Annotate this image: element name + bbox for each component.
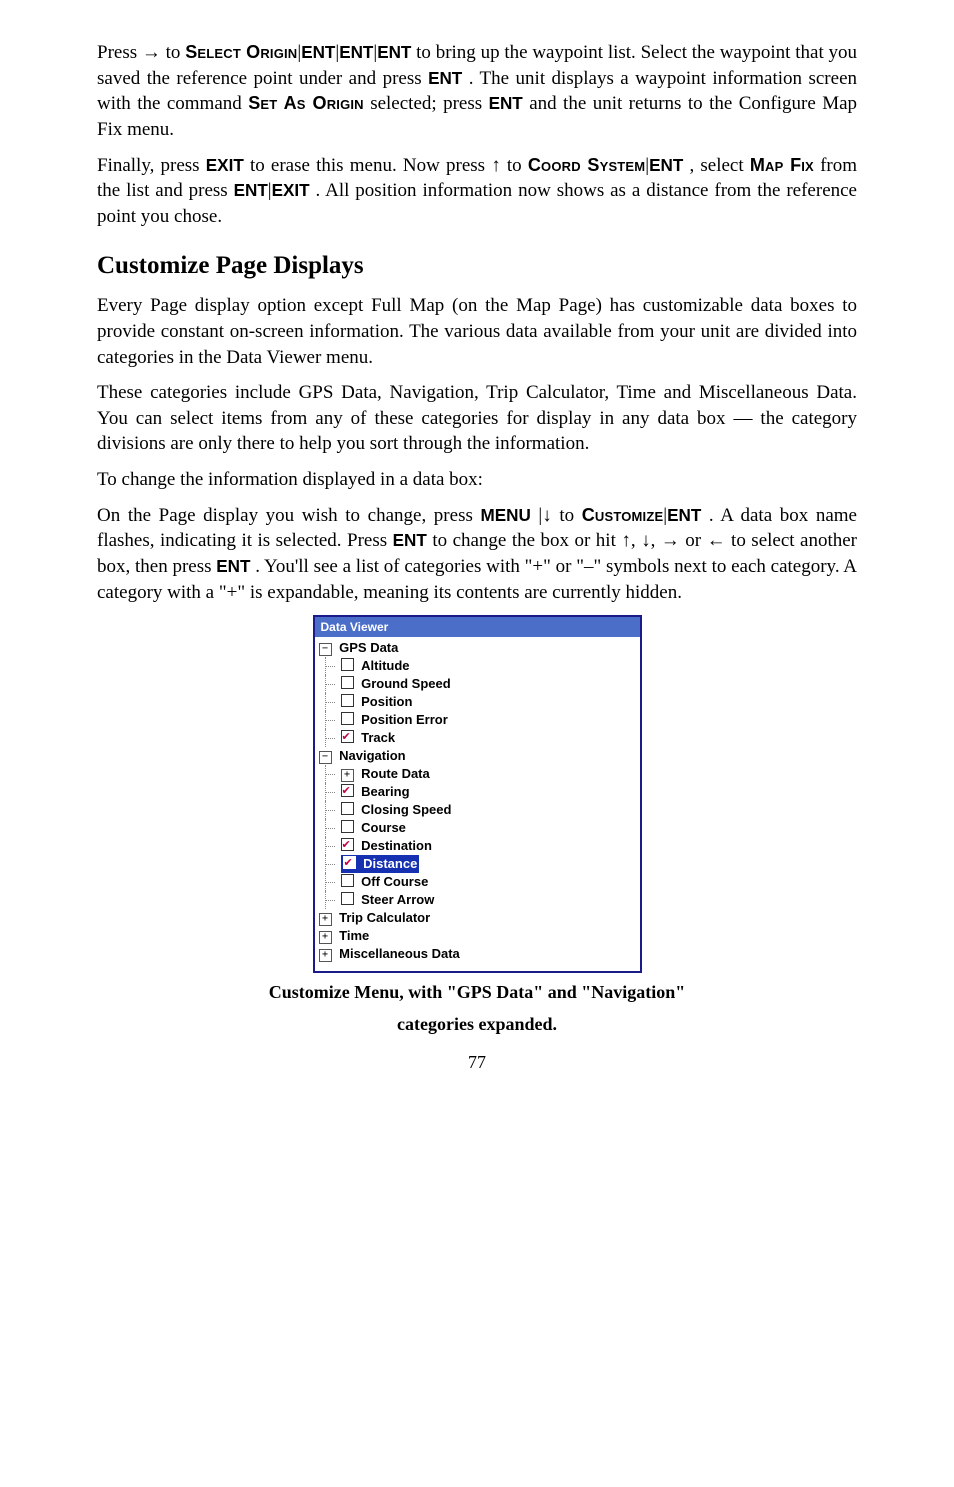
checkbox-icon[interactable] xyxy=(341,658,354,671)
key-select-origin: Select Origin xyxy=(185,42,297,62)
tree-node-distance[interactable]: Distance xyxy=(315,855,640,873)
p6-text-a: On the Page display you wish to change, … xyxy=(97,505,480,526)
tree-node-time[interactable]: + Time xyxy=(315,927,640,945)
paragraph-2: Finally, press EXIT to erase this menu. … xyxy=(97,153,857,230)
key-ent-1: ENT xyxy=(301,43,335,62)
tree-node-track[interactable]: Track xyxy=(315,729,640,747)
key-ent-8: ENT xyxy=(667,506,701,525)
data-viewer-tree: − GPS Data Altitude Ground Speed Positio… xyxy=(315,637,640,971)
plus-icon[interactable]: + xyxy=(319,931,332,944)
tree-node-steer-arrow[interactable]: Steer Arrow xyxy=(315,891,640,909)
key-coord-system: Coord System xyxy=(528,155,645,175)
p6-text-b: |↓ to xyxy=(538,505,581,526)
key-map-fix: Map Fix xyxy=(750,155,814,175)
minus-icon[interactable]: − xyxy=(319,751,332,764)
checkbox-icon[interactable] xyxy=(341,712,354,725)
minus-icon[interactable]: − xyxy=(319,643,332,656)
checkbox-icon[interactable] xyxy=(341,892,354,905)
key-ent-6: ENT xyxy=(649,156,683,175)
tree-label: Closing Speed xyxy=(361,802,451,817)
tree-node-miscellaneous-data[interactable]: + Miscellaneous Data xyxy=(315,945,640,963)
paragraph-3: Every Page display option except Full Ma… xyxy=(97,293,857,370)
tree-node-bearing[interactable]: Bearing xyxy=(315,783,640,801)
paragraph-4: These categories include GPS Data, Navig… xyxy=(97,380,857,457)
key-ent-10: ENT xyxy=(216,557,250,576)
checkbox-icon[interactable] xyxy=(341,874,354,887)
plus-icon[interactable]: + xyxy=(341,769,354,782)
plus-icon[interactable]: + xyxy=(319,913,332,926)
key-ent-3: ENT xyxy=(377,43,411,62)
p1-text-a: Press → to xyxy=(97,42,185,63)
key-ent-2: ENT xyxy=(339,43,373,62)
data-viewer-title: Data Viewer xyxy=(315,617,640,637)
p2-text-a: Finally, press xyxy=(97,155,206,176)
tree-label: GPS Data xyxy=(339,640,398,655)
tree-label: Navigation xyxy=(339,748,405,763)
paragraph-1: Press → to Select Origin|ENT|ENT|ENT to … xyxy=(97,40,857,143)
paragraph-5: To change the information displayed in a… xyxy=(97,467,857,493)
tree-label: Off Course xyxy=(361,874,428,889)
p2-text-d: , select xyxy=(689,155,749,176)
tree-label: Time xyxy=(339,928,369,943)
key-ent-9: ENT xyxy=(393,531,427,550)
tree-label: Position xyxy=(361,694,412,709)
key-menu: MENU xyxy=(480,506,530,525)
key-ent-5: ENT xyxy=(489,94,523,113)
key-customize: Customize xyxy=(582,505,664,525)
checkbox-icon[interactable] xyxy=(341,820,354,833)
tree-node-course[interactable]: Course xyxy=(315,819,640,837)
checkbox-icon[interactable] xyxy=(341,676,354,689)
tree-label: Track xyxy=(361,730,395,745)
tree-node-position[interactable]: Position xyxy=(315,693,640,711)
key-set-as-origin: Set As Origin xyxy=(248,93,364,113)
tree-label: Steer Arrow xyxy=(361,892,434,907)
checkbox-checked-icon[interactable] xyxy=(341,730,354,743)
page-number: 77 xyxy=(97,1050,857,1074)
tree-node-altitude[interactable]: Altitude xyxy=(315,657,640,675)
heading-customize-page-displays: Customize Page Displays xyxy=(97,249,857,283)
tree-node-trip-calculator[interactable]: + Trip Calculator xyxy=(315,909,640,927)
key-ent-7: ENT xyxy=(234,181,268,200)
tree-node-navigation[interactable]: − Navigation xyxy=(315,747,640,765)
tree-node-position-error[interactable]: Position Error xyxy=(315,711,640,729)
tree-node-gps-data[interactable]: − GPS Data xyxy=(315,639,640,657)
tree-label: Altitude xyxy=(361,658,409,673)
tree-label: Position Error xyxy=(361,712,448,727)
tree-label: Miscellaneous Data xyxy=(339,946,460,961)
key-ent-4: ENT xyxy=(428,69,462,88)
tree-label: Ground Speed xyxy=(361,676,451,691)
key-exit-1: EXIT xyxy=(206,156,244,175)
tree-node-off-course[interactable]: Off Course xyxy=(315,873,640,891)
tree-label: Distance xyxy=(363,856,417,871)
figure-caption-line1: Customize Menu, with "GPS Data" and "Nav… xyxy=(97,981,857,1004)
figure-caption-line2: categories expanded. xyxy=(97,1013,857,1036)
data-viewer-window: Data Viewer − GPS Data Altitude Ground S… xyxy=(313,615,642,973)
checkbox-checked-icon[interactable] xyxy=(343,856,356,869)
tree-label: Destination xyxy=(361,838,432,853)
tree-label: Bearing xyxy=(361,784,409,799)
key-exit-2: EXIT xyxy=(272,181,310,200)
plus-icon[interactable]: + xyxy=(319,949,332,962)
data-viewer-container: Data Viewer − GPS Data Altitude Ground S… xyxy=(97,615,857,973)
p2-text-b: to erase this menu. Now press ↑ to xyxy=(250,155,528,176)
paragraph-6: On the Page display you wish to change, … xyxy=(97,503,857,606)
checkbox-checked-icon[interactable] xyxy=(341,838,354,851)
checkbox-icon[interactable] xyxy=(341,694,354,707)
tree-label: Route Data xyxy=(361,766,430,781)
tree-node-route-data[interactable]: + Route Data xyxy=(315,765,640,783)
checkbox-icon[interactable] xyxy=(341,802,354,815)
tree-label: Course xyxy=(361,820,406,835)
checkbox-checked-icon[interactable] xyxy=(341,784,354,797)
tree-node-closing-speed[interactable]: Closing Speed xyxy=(315,801,640,819)
p1-text-g: selected; press xyxy=(370,93,488,114)
tree-node-destination[interactable]: Destination xyxy=(315,837,640,855)
tree-label: Trip Calculator xyxy=(339,910,430,925)
tree-node-ground-speed[interactable]: Ground Speed xyxy=(315,675,640,693)
